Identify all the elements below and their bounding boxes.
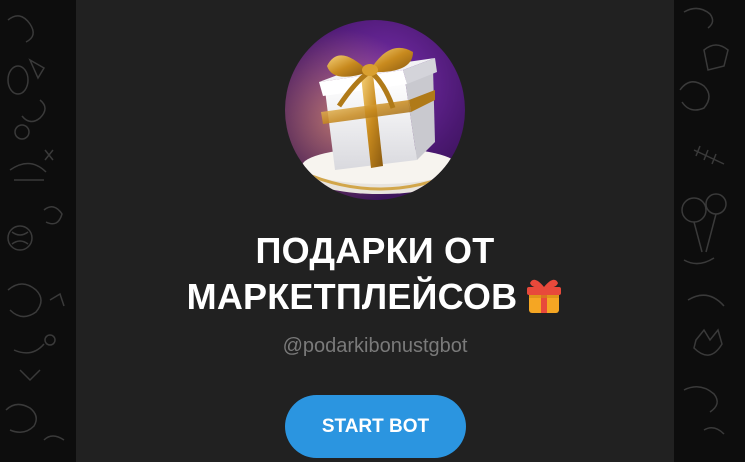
- bot-avatar: [285, 20, 465, 200]
- chat-wallpaper-left: [0, 0, 76, 462]
- start-bot-button[interactable]: START BOT: [285, 395, 466, 458]
- bot-name-line-1: ПОДАРКИ ОТ: [255, 230, 495, 271]
- bot-username: @podarkibonustgbot: [282, 335, 468, 357]
- gift-emoji-icon: [525, 277, 563, 315]
- bot-name: ПОДАРКИ ОТ МАРКЕТПЛЕЙСОВ: [76, 228, 674, 320]
- bot-name-line-2-text: МАРКЕТПЛЕЙСОВ: [186, 276, 518, 317]
- bot-name-line-2: МАРКЕТПЛЕЙСОВ: [76, 274, 674, 320]
- gift-box-avatar-icon: [285, 20, 465, 200]
- chat-wallpaper-right: [674, 0, 745, 462]
